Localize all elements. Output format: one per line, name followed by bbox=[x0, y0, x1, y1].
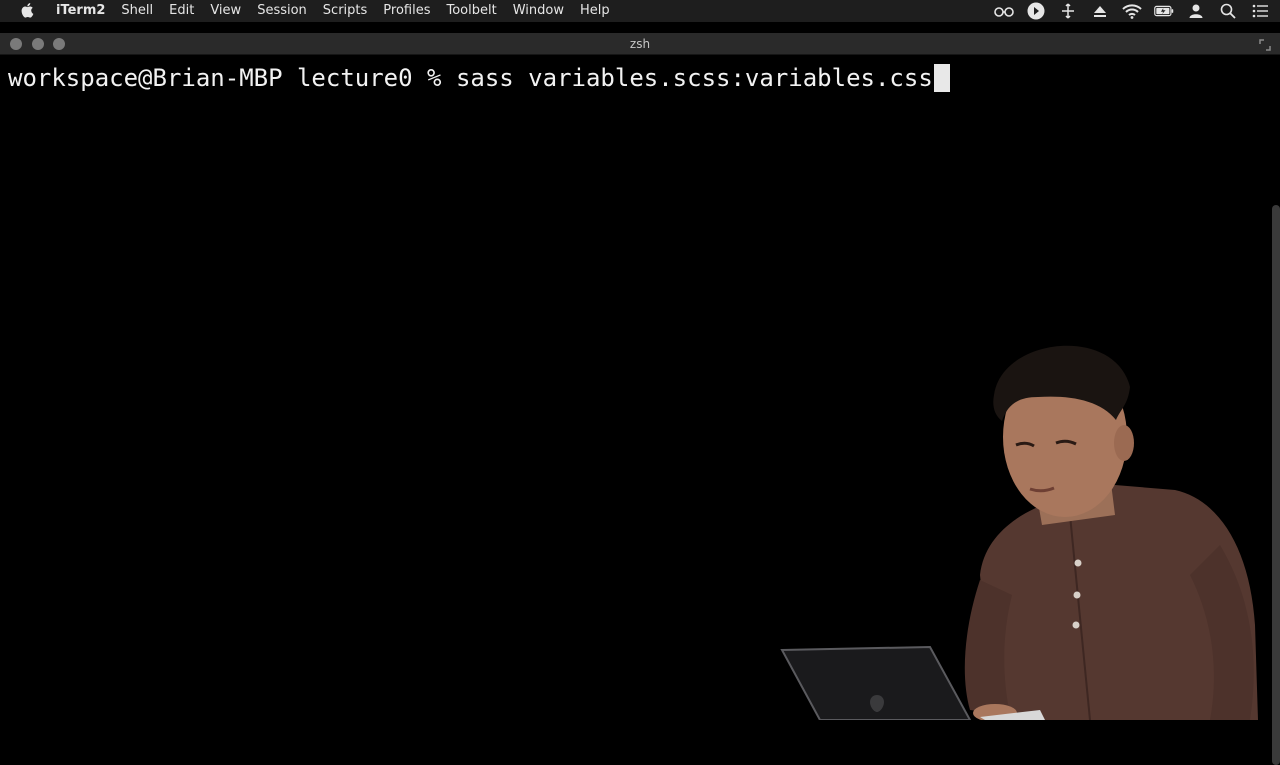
fullscreen-icon[interactable] bbox=[1258, 37, 1272, 51]
menu-toolbelt[interactable]: Toolbelt bbox=[438, 0, 504, 22]
shell-prompt: workspace@Brian-MBP lecture0 % bbox=[8, 64, 456, 92]
menu-shell[interactable]: Shell bbox=[113, 0, 161, 22]
shirt-button bbox=[1074, 559, 1082, 567]
menu-session[interactable]: Session bbox=[249, 0, 315, 22]
move-icon[interactable] bbox=[1058, 1, 1078, 21]
menu-edit[interactable]: Edit bbox=[161, 0, 202, 22]
eject-icon[interactable] bbox=[1090, 1, 1110, 21]
text-cursor bbox=[933, 64, 950, 92]
user-icon[interactable] bbox=[1186, 1, 1206, 21]
status-icons bbox=[994, 0, 1270, 22]
menu-window[interactable]: Window bbox=[505, 0, 572, 22]
menu-bar: iTerm2 Shell Edit View Session Scripts P… bbox=[0, 0, 1280, 22]
menu-app-name[interactable]: iTerm2 bbox=[56, 0, 113, 22]
typed-command: sass variables.scss:variables.css bbox=[455, 64, 933, 92]
notification-center-icon[interactable] bbox=[1250, 1, 1270, 21]
apple-menu-icon[interactable] bbox=[0, 3, 56, 19]
play-circle-icon[interactable] bbox=[1026, 1, 1046, 21]
menu-help[interactable]: Help bbox=[572, 0, 618, 22]
terminal-command-line: workspace@Brian-MBP lecture0 % sass vari… bbox=[8, 60, 950, 96]
battery-icon[interactable] bbox=[1154, 1, 1174, 21]
search-icon[interactable] bbox=[1218, 1, 1238, 21]
glasses-icon[interactable] bbox=[994, 1, 1014, 21]
wifi-icon[interactable] bbox=[1122, 1, 1142, 21]
shirt-button bbox=[1072, 621, 1080, 629]
window-titlebar: zsh bbox=[0, 33, 1280, 55]
window-title: zsh bbox=[629, 37, 651, 51]
shirt-button bbox=[1073, 591, 1081, 599]
presenter-overlay bbox=[780, 345, 1258, 720]
menu-scripts[interactable]: Scripts bbox=[315, 0, 375, 22]
menu-view[interactable]: View bbox=[202, 0, 249, 22]
menu-profiles[interactable]: Profiles bbox=[375, 0, 438, 22]
